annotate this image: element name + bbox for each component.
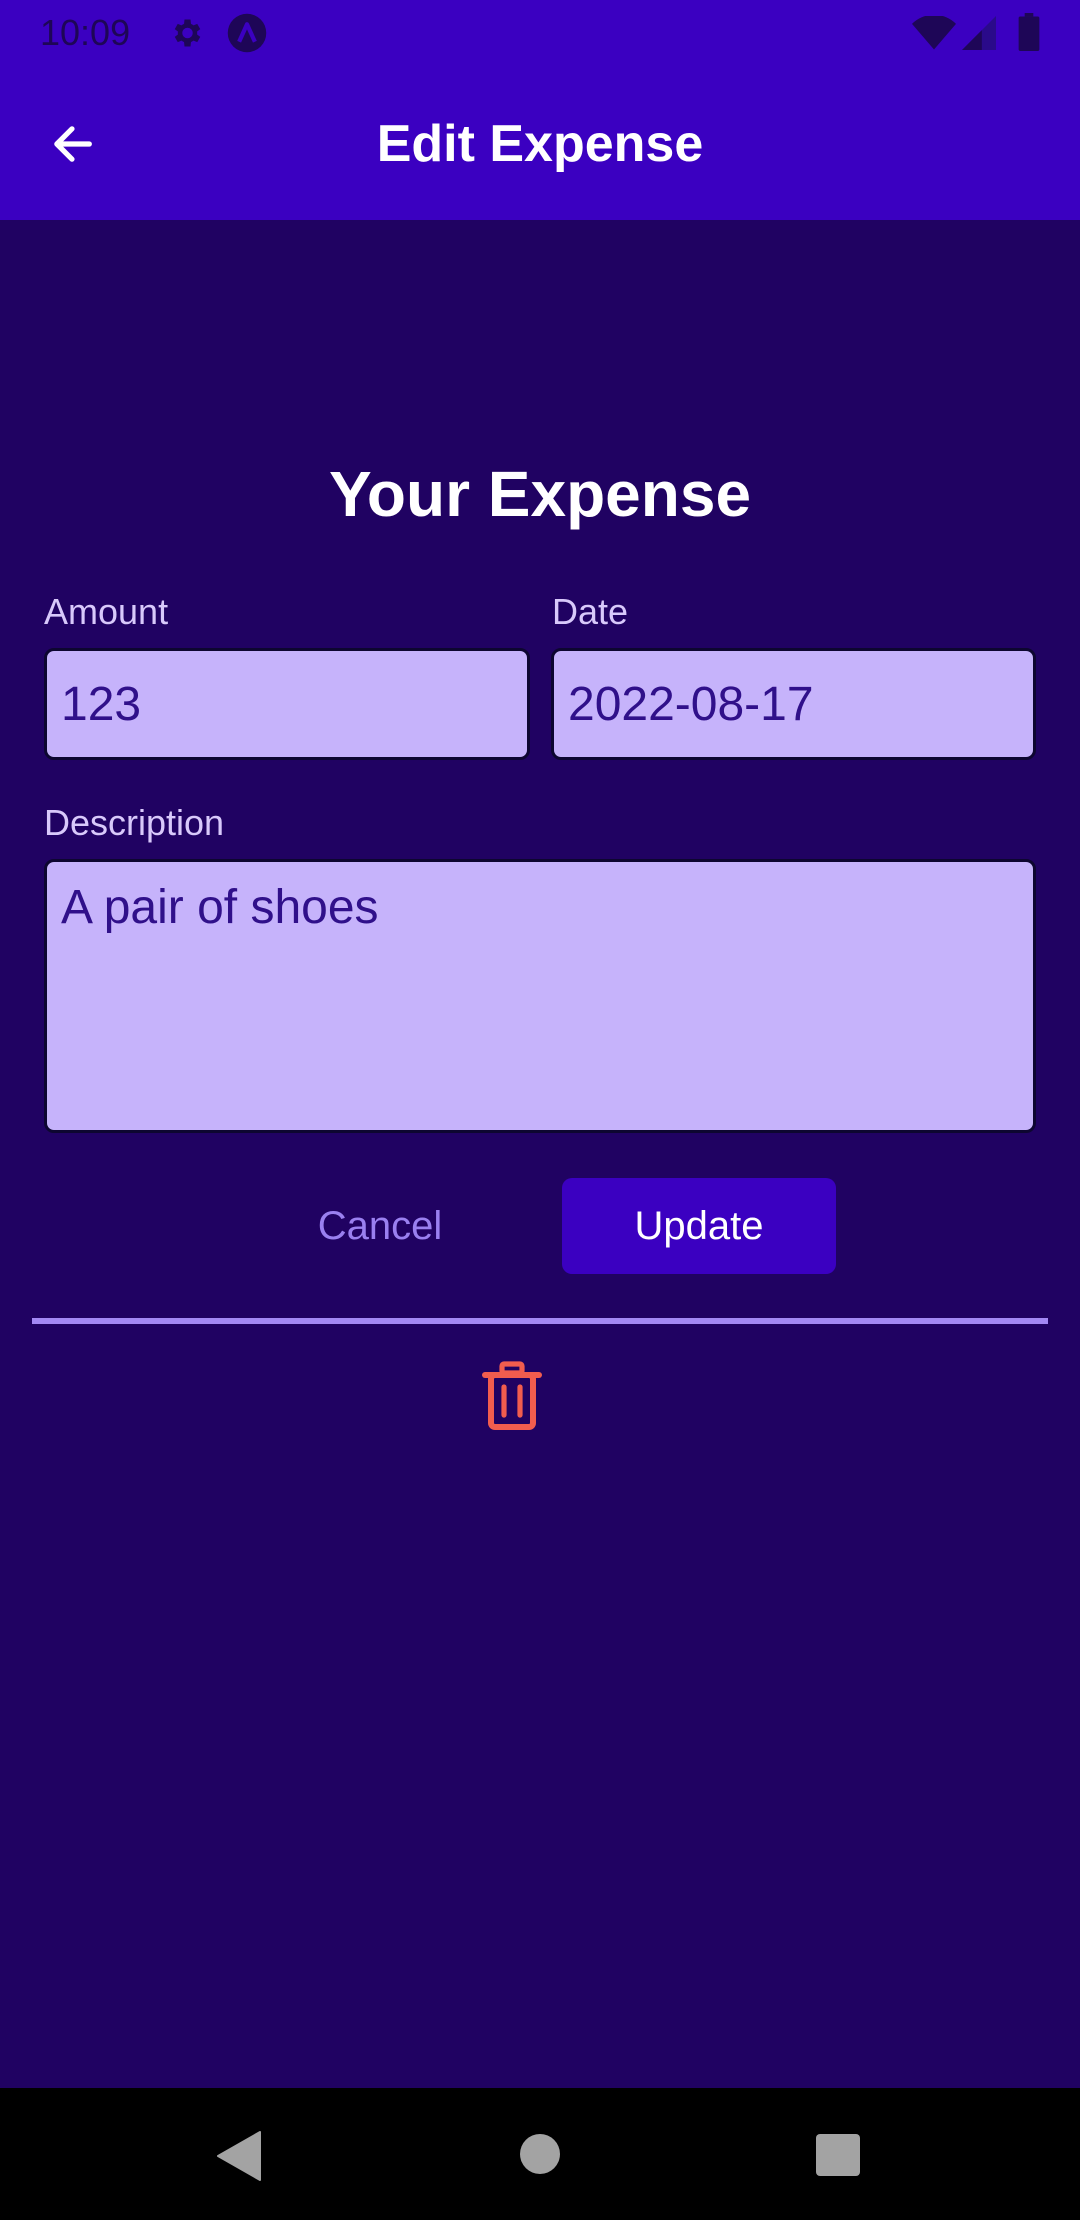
home-circle-icon[interactable] [520, 2134, 560, 2174]
app-notification-icon [227, 13, 267, 53]
amount-label: Amount [44, 591, 169, 632]
back-triangle-icon[interactable] [216, 2130, 262, 2182]
description-label: Description [44, 802, 225, 843]
trash-icon [482, 1361, 542, 1430]
delete-button[interactable] [476, 1356, 548, 1436]
description-input[interactable]: A pair of shoes [44, 859, 1036, 1133]
recents-square-icon[interactable] [816, 2134, 860, 2176]
date-input[interactable] [551, 648, 1036, 760]
form-title: Your Expense [328, 458, 752, 530]
battery-icon [1018, 13, 1040, 51]
wifi-icon [912, 16, 956, 50]
date-label: Date [552, 591, 629, 632]
status-time: 10:09 [40, 12, 131, 53]
signal-icon [962, 16, 996, 50]
gear-icon [174, 19, 201, 47]
update-button[interactable]: Update [562, 1178, 836, 1274]
app-bar: Edit Expense [0, 66, 1080, 220]
page-title: Edit Expense [376, 115, 704, 173]
system-nav-bar [0, 2088, 1080, 2220]
cancel-button[interactable]: Cancel [300, 1178, 460, 1274]
edit-expense-screen: 10:09 Edit Expense Your Expense Amount 1… [0, 0, 1080, 2220]
status-bar: 10:09 [0, 0, 1080, 66]
divider [32, 1318, 1048, 1324]
amount-input[interactable] [44, 648, 530, 760]
